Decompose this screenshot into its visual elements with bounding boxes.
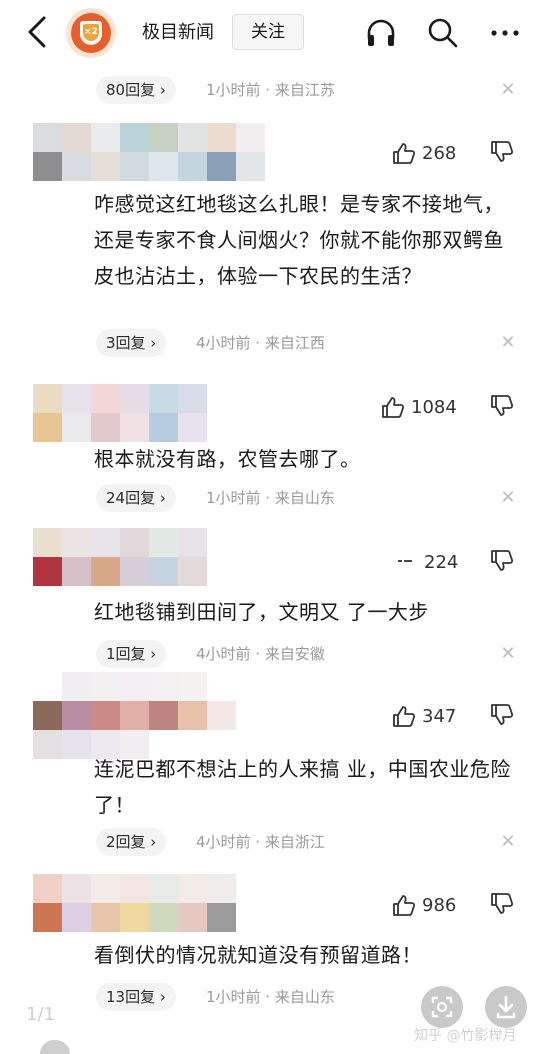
thumbs-down-icon[interactable] bbox=[490, 393, 518, 423]
thumbs-down-icon[interactable] bbox=[490, 891, 518, 921]
close-icon[interactable]: ✕ bbox=[498, 642, 518, 666]
replies-button[interactable]: 2回复 › bbox=[96, 828, 167, 856]
close-icon[interactable]: ✕ bbox=[498, 331, 518, 355]
comment-time-location: 4小时前 · 来自江西 bbox=[196, 334, 325, 352]
comment-meta-row: 1回复 › 4小时前 · 来自安徽 ✕ bbox=[0, 640, 550, 668]
avatar-badge: ×2 bbox=[83, 24, 99, 41]
comment-text: 咋感觉这红地毯这么扎眼！是专家不接地气，还是专家不食人间烟火？你就不能你那双鳄鱼… bbox=[94, 192, 504, 288]
blurred-user-info bbox=[33, 528, 265, 586]
thumbs-up-icon bbox=[393, 706, 416, 727]
comment-text: 根本就没有路，农管去哪了。 bbox=[94, 447, 361, 471]
like-count: 986 bbox=[422, 895, 457, 916]
replies-button[interactable]: 1回复 › bbox=[96, 640, 167, 668]
close-icon[interactable]: ✕ bbox=[498, 486, 518, 510]
close-icon[interactable]: ✕ bbox=[498, 830, 518, 854]
thumbs-up-icon bbox=[398, 560, 412, 562]
comment-meta-row: 3回复 › 4小时前 · 来自江西 ✕ bbox=[0, 329, 550, 357]
comment-time-location: 1小时前 · 来自山东 bbox=[206, 489, 335, 507]
like-count: 268 bbox=[422, 143, 457, 164]
comment-text: 红地毯铺到田间了，文明又 了一大步 bbox=[94, 600, 429, 624]
like-count: 1084 bbox=[411, 397, 457, 418]
avatar bbox=[40, 1040, 70, 1054]
thumbs-up-icon bbox=[393, 143, 416, 164]
blurred-user-info bbox=[33, 874, 265, 932]
blurred-user-info bbox=[33, 672, 265, 759]
back-arrow-icon[interactable] bbox=[24, 14, 52, 50]
page-indicator: 1/1 bbox=[26, 1004, 55, 1025]
like-count: 224 bbox=[424, 552, 459, 573]
comment-time-location: 1小时前 · 来自江苏 bbox=[206, 81, 335, 99]
replies-button[interactable]: 3回复 › bbox=[96, 329, 167, 357]
close-icon[interactable]: ✕ bbox=[498, 78, 518, 102]
account-name[interactable]: 极目新闻 bbox=[142, 18, 214, 44]
thumbs-down-icon[interactable] bbox=[490, 548, 518, 578]
comment-time-location: 4小时前 · 来自安徽 bbox=[196, 645, 325, 663]
watermark: 知乎 @竹影榉月 bbox=[414, 1028, 517, 1044]
comment-time-location: 1小时前 · 来自山东 bbox=[206, 988, 335, 1006]
scan-icon[interactable] bbox=[421, 986, 463, 1028]
comment-meta-row: 24回复 › 1小时前 · 来自山东 ✕ bbox=[0, 484, 550, 512]
like-count: 347 bbox=[422, 706, 457, 727]
comment-meta-row: 2回复 › 4小时前 · 来自浙江 ✕ bbox=[0, 828, 550, 856]
replies-button[interactable]: 13回复 › bbox=[96, 983, 176, 1011]
thumbs-up-icon bbox=[393, 895, 416, 916]
thumbs-down-icon[interactable] bbox=[490, 702, 518, 732]
avatar-logo: ×2 bbox=[71, 13, 111, 53]
replies-button[interactable]: 24回复 › bbox=[96, 484, 176, 512]
comment-meta-row: 80回复 › 1小时前 · 来自江苏 ✕ bbox=[0, 76, 550, 104]
replies-button[interactable]: 80回复 › bbox=[96, 76, 176, 104]
comment-time-location: 4小时前 · 来自浙江 bbox=[196, 833, 325, 851]
blurred-user-info bbox=[33, 123, 265, 181]
search-icon[interactable] bbox=[426, 16, 460, 50]
comment-text: 连泥巴都不想沾上的人来搞 业，中国农业危险了！ bbox=[94, 757, 511, 817]
thumbs-down-icon[interactable] bbox=[490, 139, 518, 169]
comment-meta-row: 13回复 › 1小时前 · 来自山东 bbox=[0, 983, 550, 1011]
comment-text: 看倒伏的情况就知道没有预留道路！ bbox=[94, 943, 422, 967]
top-bar: ×2 极目新闻 关注 bbox=[0, 0, 550, 66]
follow-button[interactable]: 关注 bbox=[232, 14, 304, 50]
download-icon[interactable] bbox=[485, 986, 527, 1028]
thumbs-up-icon bbox=[382, 397, 405, 418]
account-avatar[interactable]: ×2 bbox=[66, 8, 116, 58]
headphones-icon[interactable] bbox=[364, 16, 398, 50]
blurred-user-info bbox=[33, 384, 265, 442]
more-icon[interactable] bbox=[488, 16, 522, 50]
